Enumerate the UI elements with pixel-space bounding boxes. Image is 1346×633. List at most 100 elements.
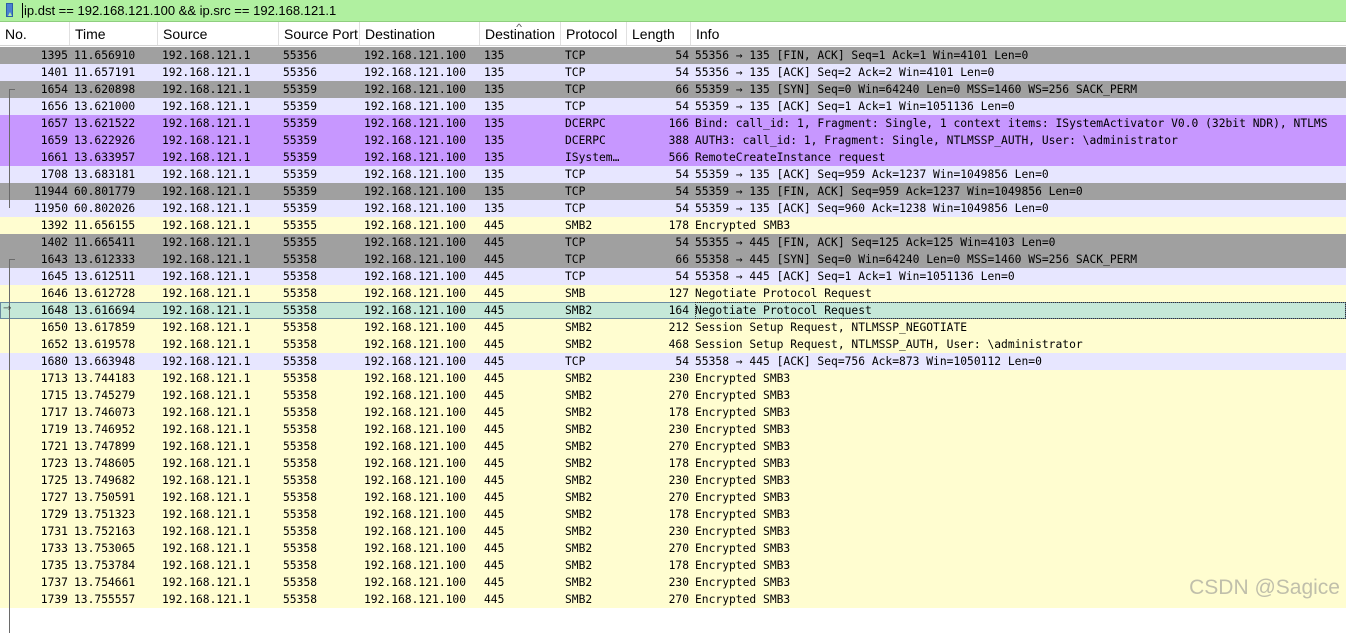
cell-protocol: SMB2 xyxy=(565,457,593,470)
packet-row[interactable]: 1657 13.621522 192.168.121.1 55359 192.168.1… xyxy=(0,115,1346,132)
cell-protocol: SMB2 xyxy=(565,508,593,521)
packet-row[interactable]: 1729 13.751323 192.168.121.1 55358 192.168.1… xyxy=(0,506,1346,523)
column-header-info[interactable]: Info xyxy=(691,22,1346,45)
packet-row[interactable]: 1739 13.755557 192.168.121.1 55358 192.168.1… xyxy=(0,591,1346,608)
cell-source-port: 55358 xyxy=(283,287,318,300)
cell-destination-port: 135 xyxy=(484,185,505,198)
display-filter-bar[interactable]: ip.dst == 192.168.121.100 && ip.src == 1… xyxy=(0,0,1346,22)
cell-source-port: 55358 xyxy=(283,491,318,504)
packet-row[interactable]: 1731 13.752163 192.168.121.1 55358 192.168.1… xyxy=(0,523,1346,540)
cell-time: 13.617859 xyxy=(74,321,136,334)
column-header-length[interactable]: Length xyxy=(627,22,691,45)
cell-info: Encrypted SMB3 xyxy=(695,219,791,232)
packet-row[interactable]: 1713 13.744183 192.168.121.1 55358 192.168.1… xyxy=(0,370,1346,387)
cell-source: 192.168.121.1 xyxy=(162,117,251,130)
cell-destination-port: 445 xyxy=(484,304,505,317)
packet-row[interactable]: 11950 60.802026 192.168.121.1 55359 192.168.… xyxy=(0,200,1346,217)
packet-row[interactable]: 1717 13.746073 192.168.121.1 55358 192.168.1… xyxy=(0,404,1346,421)
column-header-source[interactable]: Source xyxy=(158,22,279,45)
cell-time: 13.752163 xyxy=(74,525,136,538)
packet-row[interactable]: 1648 13.616694 192.168.121.1 55358 192.168.1… xyxy=(0,302,1346,319)
column-header-destination[interactable]: Destination xyxy=(360,22,480,45)
packet-row[interactable]: 1715 13.745279 192.168.121.1 55358 192.168.1… xyxy=(0,387,1346,404)
cell-source: 192.168.121.1 xyxy=(162,491,251,504)
cell-time: 13.753065 xyxy=(74,542,136,555)
cell-length: 66 xyxy=(675,83,689,96)
cell-source: 192.168.121.1 xyxy=(162,508,251,521)
cell-time: 11.656910 xyxy=(74,49,136,62)
packet-row[interactable]: 1401 11.657191 192.168.121.1 55356 192.168.1… xyxy=(0,64,1346,81)
packet-row[interactable]: 1392 11.656155 192.168.121.1 55355 192.168.1… xyxy=(0,217,1346,234)
cell-length: 270 xyxy=(668,593,689,606)
packet-row[interactable]: 1643 13.612333 192.168.121.1 55358 192.168.1… xyxy=(0,251,1346,268)
packet-row[interactable]: 1723 13.748605 192.168.121.1 55358 192.168.1… xyxy=(0,455,1346,472)
packet-row[interactable]: 11944 60.801779 192.168.121.1 55359 192.168.… xyxy=(0,183,1346,200)
sort-ascending-icon: ^ xyxy=(516,22,523,32)
packet-row[interactable]: 1654 13.620898 192.168.121.1 55359 192.168.1… xyxy=(0,81,1346,98)
packet-row[interactable]: 1737 13.754661 192.168.121.1 55358 192.168.1… xyxy=(0,574,1346,591)
column-header-source-port[interactable]: Source Port xyxy=(279,22,360,45)
packet-row[interactable]: 1680 13.663948 192.168.121.1 55358 192.168.1… xyxy=(0,353,1346,370)
cell-source-port: 55358 xyxy=(283,508,318,521)
packet-row[interactable]: 1735 13.753784 192.168.121.1 55358 192.168.1… xyxy=(0,557,1346,574)
cell-no: 1395 xyxy=(40,49,68,62)
cell-source-port: 55359 xyxy=(283,134,318,147)
cell-destination: 192.168.121.100 xyxy=(364,270,467,283)
cell-protocol: SMB2 xyxy=(565,525,593,538)
cell-destination: 192.168.121.100 xyxy=(364,372,467,385)
packet-row[interactable]: 1656 13.621000 192.168.121.1 55359 192.168.1… xyxy=(0,98,1346,115)
packet-row[interactable]: 1721 13.747899 192.168.121.1 55358 192.168.1… xyxy=(0,438,1346,455)
cell-destination-port: 135 xyxy=(484,134,505,147)
cell-source: 192.168.121.1 xyxy=(162,236,251,249)
cell-destination: 192.168.121.100 xyxy=(364,100,467,113)
cell-time: 13.750591 xyxy=(74,491,136,504)
packet-list[interactable]: 1395 11.656910 192.168.121.1 55356 192.168.1… xyxy=(0,47,1346,633)
column-header-time[interactable]: Time xyxy=(70,22,158,45)
cell-source-port: 55355 xyxy=(283,219,318,232)
packet-row[interactable]: 1645 13.612511 192.168.121.1 55358 192.168.1… xyxy=(0,268,1346,285)
cell-source-port: 55358 xyxy=(283,423,318,436)
cell-protocol: DCERPC xyxy=(565,134,606,147)
cell-info: Encrypted SMB3 xyxy=(695,525,791,538)
packet-row[interactable]: 1659 13.622926 192.168.121.1 55359 192.168.1… xyxy=(0,132,1346,149)
packet-row[interactable]: 1402 11.665411 192.168.121.1 55355 192.168.1… xyxy=(0,234,1346,251)
cell-time: 13.663948 xyxy=(74,355,136,368)
cell-no: 1680 xyxy=(40,355,68,368)
cell-time: 13.748605 xyxy=(74,457,136,470)
packet-row[interactable]: 1650 13.617859 192.168.121.1 55358 192.168.1… xyxy=(0,319,1346,336)
cell-length: 54 xyxy=(675,168,689,181)
cell-length: 127 xyxy=(668,287,689,300)
cell-info: 55356 → 135 [ACK] Seq=2 Ack=2 Win=4101 L… xyxy=(695,66,995,79)
cell-destination-port: 445 xyxy=(484,440,505,453)
cell-time: 13.751323 xyxy=(74,508,136,521)
cell-destination: 192.168.121.100 xyxy=(364,491,467,504)
cell-destination: 192.168.121.100 xyxy=(364,559,467,572)
packet-row[interactable]: 1733 13.753065 192.168.121.1 55358 192.168.1… xyxy=(0,540,1346,557)
cell-destination-port: 135 xyxy=(484,168,505,181)
cell-time: 13.612728 xyxy=(74,287,136,300)
packet-row[interactable]: 1708 13.683181 192.168.121.1 55359 192.168.1… xyxy=(0,166,1346,183)
cell-source: 192.168.121.1 xyxy=(162,542,251,555)
cell-length: 230 xyxy=(668,474,689,487)
packet-row[interactable]: 1652 13.619578 192.168.121.1 55358 192.168.1… xyxy=(0,336,1346,353)
packet-row[interactable]: 1646 13.612728 192.168.121.1 55358 192.168.1… xyxy=(0,285,1346,302)
cell-time: 11.656155 xyxy=(74,219,136,232)
cell-protocol: TCP xyxy=(565,355,586,368)
packet-row[interactable]: 1725 13.749682 192.168.121.1 55358 192.168.1… xyxy=(0,472,1346,489)
column-header-no[interactable]: No. xyxy=(0,22,70,45)
column-header-protocol[interactable]: Protocol xyxy=(561,22,627,45)
packet-row[interactable]: 1727 13.750591 192.168.121.1 55358 192.168.1… xyxy=(0,489,1346,506)
cell-info: Encrypted SMB3 xyxy=(695,542,791,555)
cell-info: Encrypted SMB3 xyxy=(695,559,791,572)
cell-destination-port: 445 xyxy=(484,321,505,334)
bookmark-filter-icon[interactable] xyxy=(6,3,13,17)
display-filter-input[interactable]: ip.dst == 192.168.121.100 && ip.src == 1… xyxy=(24,0,336,21)
cell-time: 60.801779 xyxy=(74,185,136,198)
packet-row[interactable]: 1661 13.633957 192.168.121.1 55359 192.168.1… xyxy=(0,149,1346,166)
cell-protocol: TCP xyxy=(565,236,586,249)
packet-row[interactable]: 1395 11.656910 192.168.121.1 55356 192.168.1… xyxy=(0,47,1346,64)
cell-destination-port: 135 xyxy=(484,202,505,215)
cell-destination: 192.168.121.100 xyxy=(364,236,467,249)
cell-time: 13.621522 xyxy=(74,117,136,130)
packet-row[interactable]: 1719 13.746952 192.168.121.1 55358 192.168.1… xyxy=(0,421,1346,438)
